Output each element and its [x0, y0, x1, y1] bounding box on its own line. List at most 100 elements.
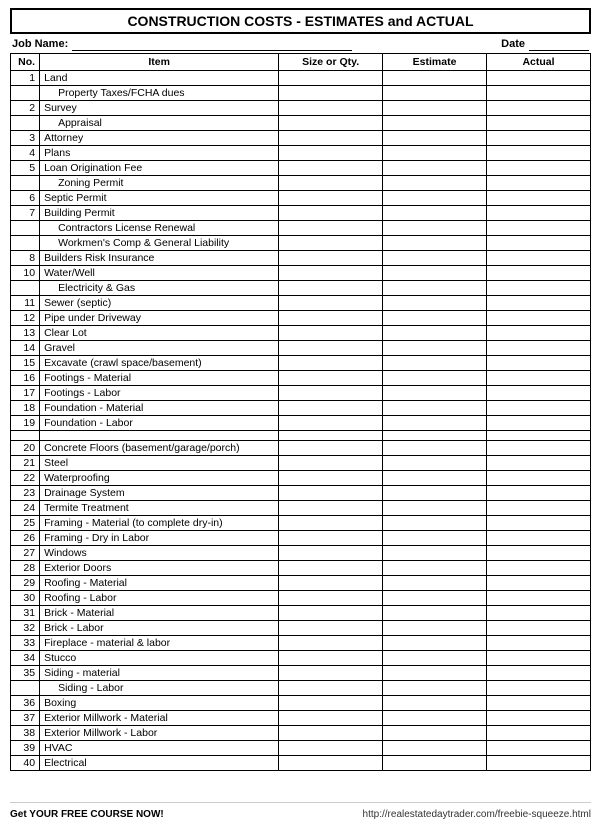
- row-size: [279, 281, 383, 296]
- row-estimate: [383, 146, 487, 161]
- row-item: Siding - Labor: [40, 681, 279, 696]
- row-size: [279, 206, 383, 221]
- table-row: 15Excavate (crawl space/basement): [11, 356, 591, 371]
- row-actual: [487, 431, 591, 441]
- table-row: 31Brick - Material: [11, 606, 591, 621]
- row-estimate: [383, 651, 487, 666]
- row-number: 22: [11, 471, 40, 486]
- row-size: [279, 591, 383, 606]
- row-estimate: [383, 741, 487, 756]
- row-item: Brick - Material: [40, 606, 279, 621]
- row-item: Foundation - Material: [40, 401, 279, 416]
- row-item: Electricity & Gas: [40, 281, 279, 296]
- row-actual: [487, 71, 591, 86]
- row-estimate: [383, 236, 487, 251]
- row-size: [279, 711, 383, 726]
- row-actual: [487, 161, 591, 176]
- row-item: Building Permit: [40, 206, 279, 221]
- row-estimate: [383, 501, 487, 516]
- row-item: Boxing: [40, 696, 279, 711]
- table-row: 6Septic Permit: [11, 191, 591, 206]
- row-item: Zoning Permit: [40, 176, 279, 191]
- row-size: [279, 486, 383, 501]
- row-actual: [487, 326, 591, 341]
- table-row: 7Building Permit: [11, 206, 591, 221]
- table-row: 18Foundation - Material: [11, 401, 591, 416]
- row-item: Property Taxes/FCHA dues: [40, 86, 279, 101]
- row-estimate: [383, 441, 487, 456]
- row-item: Workmen's Comp & General Liability: [40, 236, 279, 251]
- row-number: 31: [11, 606, 40, 621]
- table-row: 33Fireplace - material & labor: [11, 636, 591, 651]
- row-size: [279, 431, 383, 441]
- row-actual: [487, 371, 591, 386]
- row-estimate: [383, 371, 487, 386]
- row-number: 32: [11, 621, 40, 636]
- row-item: Survey: [40, 101, 279, 116]
- row-size: [279, 131, 383, 146]
- job-date-row: Job Name: Date: [10, 37, 591, 51]
- row-size: [279, 71, 383, 86]
- table-row: 20Concrete Floors (basement/garage/porch…: [11, 441, 591, 456]
- table-row: Appraisal: [11, 116, 591, 131]
- row-actual: [487, 621, 591, 636]
- row-item: Drainage System: [40, 486, 279, 501]
- row-item: Roofing - Labor: [40, 591, 279, 606]
- row-number: 21: [11, 456, 40, 471]
- row-number: 27: [11, 546, 40, 561]
- row-item: Appraisal: [40, 116, 279, 131]
- row-size: [279, 471, 383, 486]
- row-item: Termite Treatment: [40, 501, 279, 516]
- row-estimate: [383, 621, 487, 636]
- row-number: 15: [11, 356, 40, 371]
- row-actual: [487, 176, 591, 191]
- footer: Get YOUR FREE COURSE NOW! http://realest…: [10, 802, 591, 820]
- row-estimate: [383, 431, 487, 441]
- row-size: [279, 666, 383, 681]
- row-item: Framing - Dry in Labor: [40, 531, 279, 546]
- page-title: CONSTRUCTION COSTS - ESTIMATES and ACTUA…: [10, 8, 591, 34]
- row-number: 38: [11, 726, 40, 741]
- row-size: [279, 146, 383, 161]
- date-field: [529, 37, 589, 51]
- row-size: [279, 696, 383, 711]
- row-size: [279, 531, 383, 546]
- row-item: Exterior Doors: [40, 561, 279, 576]
- footer-left: Get YOUR FREE COURSE NOW!: [10, 809, 164, 820]
- row-estimate: [383, 341, 487, 356]
- table-row: 13Clear Lot: [11, 326, 591, 341]
- table-row: 10Water/Well: [11, 266, 591, 281]
- row-item: Exterior Millwork - Labor: [40, 726, 279, 741]
- table-row: 39HVAC: [11, 741, 591, 756]
- row-item: Septic Permit: [40, 191, 279, 206]
- row-item: Steel: [40, 456, 279, 471]
- row-actual: [487, 416, 591, 431]
- row-actual: [487, 531, 591, 546]
- row-size: [279, 636, 383, 651]
- table-row: 21Steel: [11, 456, 591, 471]
- row-number: 35: [11, 666, 40, 681]
- row-size: [279, 651, 383, 666]
- row-size: [279, 456, 383, 471]
- row-actual: [487, 386, 591, 401]
- row-number: 33: [11, 636, 40, 651]
- table-row: 34Stucco: [11, 651, 591, 666]
- table-row: 17Footings - Labor: [11, 386, 591, 401]
- table-row: Contractors License Renewal: [11, 221, 591, 236]
- row-estimate: [383, 296, 487, 311]
- row-item: Waterproofing: [40, 471, 279, 486]
- row-estimate: [383, 176, 487, 191]
- row-item: Roofing - Material: [40, 576, 279, 591]
- table-row: 27Windows: [11, 546, 591, 561]
- col-header-no: No.: [11, 54, 40, 71]
- row-actual: [487, 576, 591, 591]
- table-row: 38Exterior Millwork - Labor: [11, 726, 591, 741]
- col-header-actual: Actual: [487, 54, 591, 71]
- row-item: Electrical: [40, 756, 279, 771]
- row-estimate: [383, 386, 487, 401]
- table-row: 19Foundation - Labor: [11, 416, 591, 431]
- row-actual: [487, 191, 591, 206]
- row-size: [279, 101, 383, 116]
- row-item: Builders Risk Insurance: [40, 251, 279, 266]
- row-estimate: [383, 116, 487, 131]
